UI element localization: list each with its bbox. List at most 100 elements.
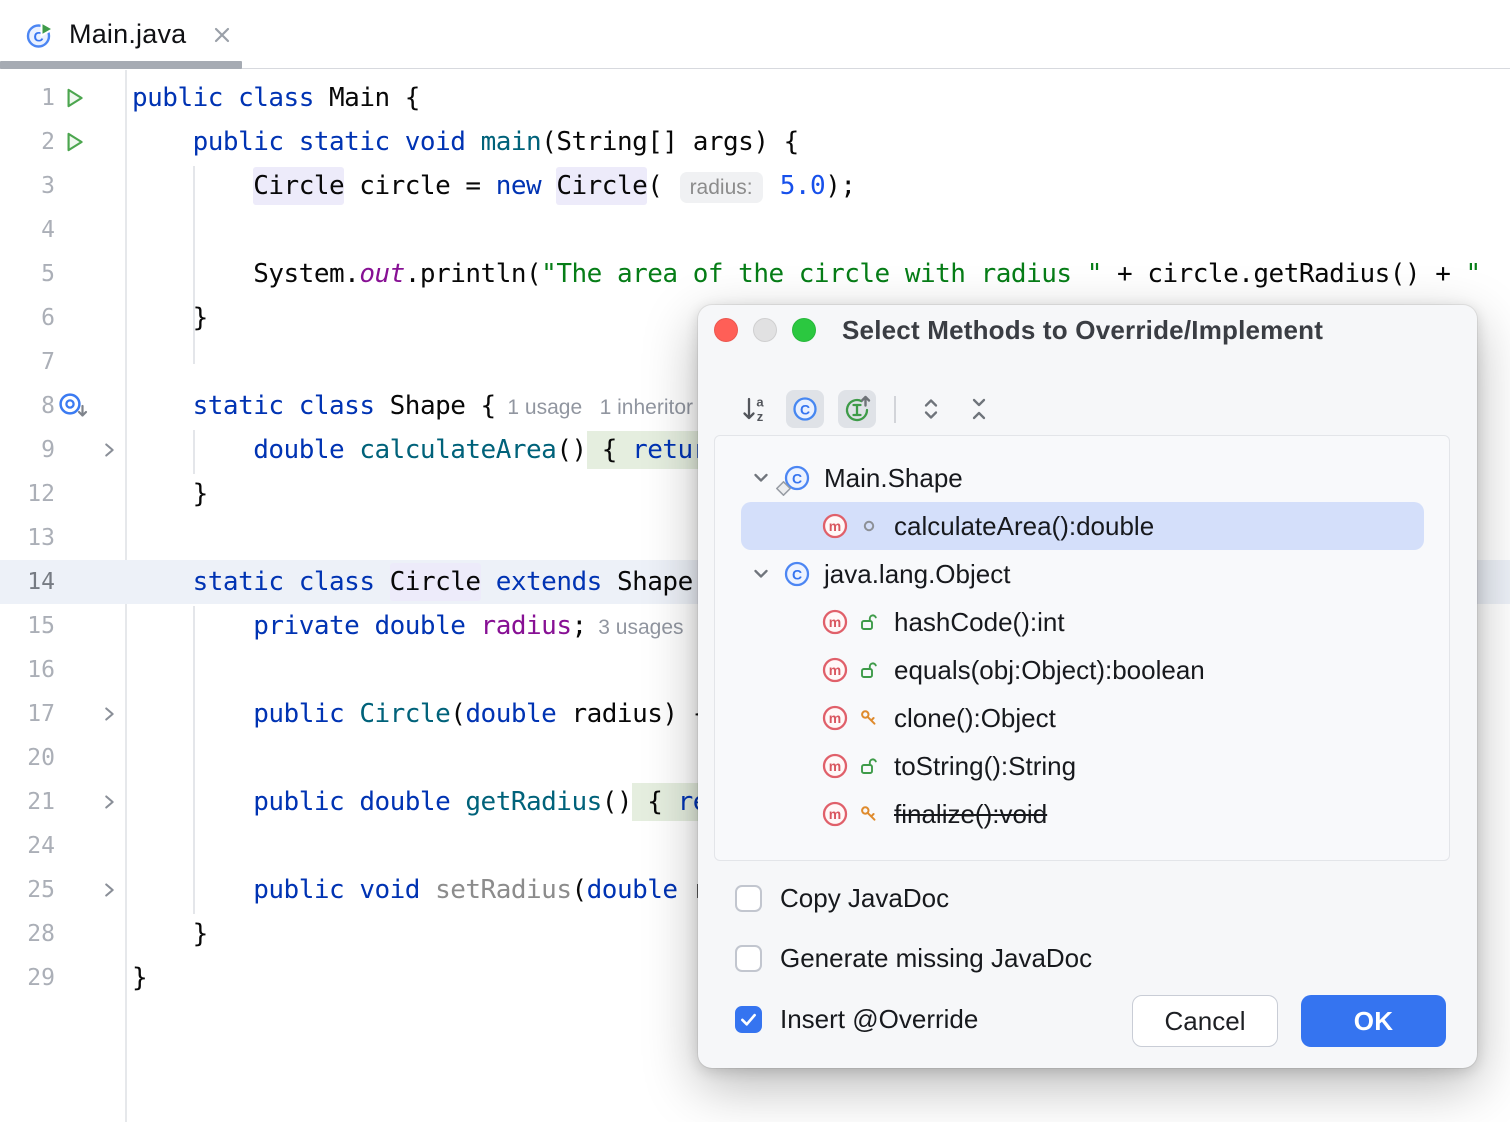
code-token <box>132 435 253 465</box>
line-number[interactable]: 8 <box>0 393 55 419</box>
implemented-marker-icon[interactable] <box>55 391 93 421</box>
code-token: public <box>253 787 344 817</box>
code-token <box>132 127 193 157</box>
line-number[interactable]: 5 <box>0 261 55 287</box>
visibility-package-icon <box>859 516 879 536</box>
zoom-window-button[interactable] <box>792 318 816 342</box>
fold-collapsed-icon[interactable] <box>93 439 125 461</box>
fold-collapsed-icon[interactable] <box>93 791 125 813</box>
code-token: ( <box>450 699 465 729</box>
code-token <box>132 391 193 421</box>
line-number[interactable]: 12 <box>0 481 55 507</box>
code-token: setRadius <box>435 875 571 905</box>
code-token: double <box>465 699 556 729</box>
code-token: { <box>587 431 632 469</box>
svg-text:a: a <box>756 395 764 410</box>
method-icon: m <box>820 799 850 829</box>
ok-button[interactable]: OK <box>1301 995 1446 1047</box>
tree-row[interactable]: Cjava.lang.Object <box>741 550 1424 598</box>
code-token: static <box>299 127 390 157</box>
code-token <box>374 567 389 597</box>
cancel-button[interactable]: Cancel <box>1132 995 1278 1047</box>
tree-row[interactable]: mcalculateArea():double <box>741 502 1424 550</box>
chevron-down-icon[interactable] <box>749 466 773 490</box>
line-number[interactable]: 24 <box>0 833 55 859</box>
tree-row[interactable]: CMain.Shape <box>741 454 1424 502</box>
code-token <box>132 875 253 905</box>
tab-main-java[interactable]: C Main.java <box>0 0 242 69</box>
expand-all-icon[interactable] <box>914 392 948 426</box>
fold-collapsed-icon[interactable] <box>93 703 125 725</box>
code-token <box>284 391 299 421</box>
code-token <box>344 435 359 465</box>
line-number[interactable]: 1 <box>0 85 55 111</box>
tree-row[interactable]: mtoString():String <box>741 742 1424 790</box>
code-line[interactable]: 4 <box>0 208 1510 252</box>
checkbox-checked[interactable] <box>735 1006 762 1033</box>
show-classes-filter-icon[interactable]: C <box>786 390 824 428</box>
line-number[interactable]: 4 <box>0 217 55 243</box>
visibility-protected-icon <box>859 804 879 824</box>
line-number[interactable]: 2 <box>0 129 55 155</box>
line-number[interactable]: 7 <box>0 349 55 375</box>
tree-row[interactable]: mfinalize():void <box>741 790 1424 838</box>
code-token: private <box>253 611 359 641</box>
dialog-titlebar[interactable]: Select Methods to Override/Implement <box>698 305 1477 355</box>
tree-row[interactable]: mclone():Object <box>741 694 1424 742</box>
line-number[interactable]: 20 <box>0 745 55 771</box>
fold-collapsed-icon[interactable] <box>93 879 125 901</box>
code-token: calculateArea <box>359 435 556 465</box>
line-number[interactable]: 9 <box>0 437 55 463</box>
collapse-all-icon[interactable] <box>962 392 996 426</box>
line-number[interactable]: 29 <box>0 965 55 991</box>
checkbox-label: Copy JavaDoc <box>780 883 949 914</box>
code-token: "The area of the circle with radius " <box>541 259 1102 289</box>
code-line[interactable]: 1public class Main { <box>0 76 1510 120</box>
code-token: System. <box>132 259 359 289</box>
code-token <box>132 699 253 729</box>
line-number[interactable]: 13 <box>0 525 55 551</box>
line-number[interactable]: 17 <box>0 701 55 727</box>
code-token: class <box>299 391 375 421</box>
code-text: } <box>125 303 208 333</box>
line-number[interactable]: 3 <box>0 173 55 199</box>
methods-tree[interactable]: CMain.ShapemcalculateArea():doubleCjava.… <box>714 435 1450 861</box>
line-number[interactable]: 25 <box>0 877 55 903</box>
line-number[interactable]: 15 <box>0 613 55 639</box>
sort-alphabetically-icon[interactable]: a z <box>738 392 772 426</box>
svg-text:m: m <box>829 614 841 630</box>
code-token <box>344 787 359 817</box>
chevron-down-icon[interactable] <box>749 562 773 586</box>
checkbox-unchecked[interactable] <box>735 885 762 912</box>
line-number[interactable]: 6 <box>0 305 55 331</box>
code-line[interactable]: 2 public static void main(String[] args)… <box>0 120 1510 164</box>
code-token: main <box>481 127 542 157</box>
line-number[interactable]: 21 <box>0 789 55 815</box>
code-token: 3 usages <box>587 616 684 639</box>
line-number[interactable]: 28 <box>0 921 55 947</box>
code-token <box>284 127 299 157</box>
code-token: double <box>253 435 344 465</box>
code-line[interactable]: 3 Circle circle = new Circle( radius: 5.… <box>0 164 1510 208</box>
checkbox-unchecked[interactable] <box>735 945 762 972</box>
close-window-button[interactable] <box>714 318 738 342</box>
run-icon[interactable] <box>55 85 93 111</box>
code-token: void <box>359 875 420 905</box>
code-line[interactable]: 5 System.out.println("The area of the ci… <box>0 252 1510 296</box>
editor-tab-bar: C Main.java <box>0 0 1510 69</box>
svg-text:C: C <box>792 567 802 583</box>
tree-row[interactable]: mequals(obj:Object):boolean <box>741 646 1424 694</box>
line-number[interactable]: 14 <box>0 569 55 595</box>
run-icon[interactable] <box>55 129 93 155</box>
code-token: static <box>193 567 284 597</box>
code-token <box>344 875 359 905</box>
show-interfaces-filter-icon[interactable] <box>838 390 876 428</box>
minimize-window-button[interactable] <box>753 318 777 342</box>
tab-close-icon[interactable] <box>210 23 234 47</box>
code-token: class <box>238 83 314 113</box>
code-token: ; <box>571 611 586 641</box>
tree-row[interactable]: m hashCode():int <box>741 598 1424 646</box>
tree-class-label: java.lang.Object <box>824 559 1010 590</box>
tree-method-label: hashCode():int <box>894 607 1065 638</box>
line-number[interactable]: 16 <box>0 657 55 683</box>
